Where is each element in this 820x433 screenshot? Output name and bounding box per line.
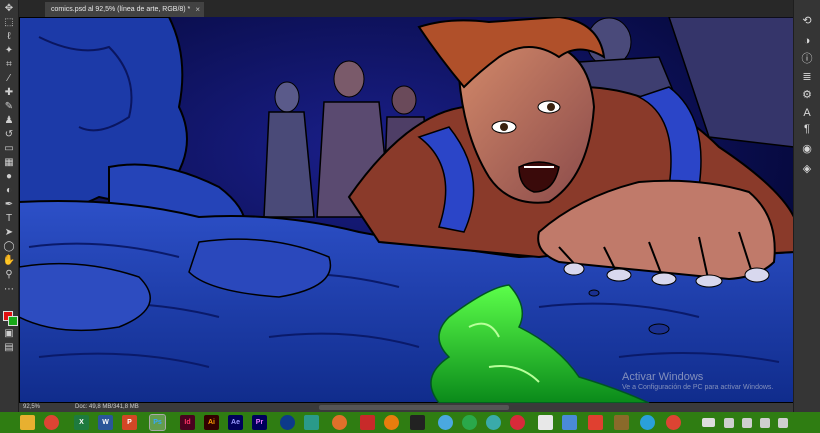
- blender-icon[interactable]: [384, 415, 399, 430]
- app-orange-icon[interactable]: [332, 415, 347, 430]
- zoom-level[interactable]: 92,5%: [23, 403, 40, 412]
- paragraph-icon[interactable]: ≣: [800, 70, 814, 84]
- tray-icon-4[interactable]: [778, 418, 788, 428]
- clone-stamp-icon[interactable]: ♟: [2, 115, 16, 127]
- right-panels-dock: ⟲ ◑ ⓘ ≣ ⚙ A ¶ ◉ ◈: [793, 0, 820, 412]
- blur-icon[interactable]: ●: [2, 171, 16, 183]
- history-icon[interactable]: ⟲: [800, 14, 814, 28]
- app-blue-icon[interactable]: [510, 415, 525, 430]
- tools-panel: ✥ ⬚ ℓ ✦ ⌗ ⁄ ✚ ✎ ♟ ↺ ▭ ▦ ● ◐ ✒ T ➤ ◯ ✋ ⚲ …: [0, 0, 19, 412]
- watermark-title: Activar Windows: [622, 371, 704, 383]
- close-icon[interactable]: ×: [195, 2, 200, 17]
- gradient-icon[interactable]: ▦: [2, 157, 16, 169]
- excel-icon[interactable]: X: [74, 415, 89, 430]
- canvas[interactable]: [19, 17, 794, 403]
- comic-artwork: [19, 17, 794, 403]
- marquee-icon[interactable]: ⬚: [2, 17, 16, 29]
- keyboard-icon[interactable]: [702, 418, 715, 427]
- app-square-icon[interactable]: [538, 415, 553, 430]
- magic-wand-icon[interactable]: ✦: [2, 45, 16, 57]
- app-extra-icon[interactable]: [588, 415, 603, 430]
- telegram-icon[interactable]: [640, 415, 655, 430]
- app-cross-icon[interactable]: [562, 415, 577, 430]
- tray-icon-2[interactable]: [742, 418, 752, 428]
- windows-taskbar: X W P Ps Id Ai Ae Pr: [0, 412, 820, 433]
- type-icon[interactable]: T: [2, 213, 16, 225]
- quick-mask-icon[interactable]: ▣: [2, 328, 16, 340]
- document-size-info[interactable]: Doc: 49,8 MB/341,8 MB: [75, 403, 139, 412]
- word-icon[interactable]: W: [98, 415, 113, 430]
- app-red-icon[interactable]: [360, 415, 375, 430]
- properties-icon[interactable]: ⚙: [800, 88, 814, 102]
- windows-activation-watermark: Activar Windows Ve a Configuración de PC…: [622, 371, 773, 391]
- healing-brush-icon[interactable]: ✚: [2, 87, 16, 99]
- document-tab-bar: comics.psd al 92,5% (línea de arte, RGB/…: [19, 0, 794, 17]
- shape-icon[interactable]: ◯: [2, 241, 16, 253]
- path-selection-icon[interactable]: ➤: [2, 227, 16, 239]
- status-bar: 92,5% Doc: 49,8 MB/341,8 MB: [19, 403, 794, 412]
- zbrush-icon[interactable]: [410, 415, 425, 430]
- tray-icon-1[interactable]: [724, 418, 734, 428]
- houdini-icon[interactable]: [304, 415, 319, 430]
- app-green-icon[interactable]: [462, 415, 477, 430]
- app-brown-icon[interactable]: [614, 415, 629, 430]
- character-icon[interactable]: A: [800, 106, 814, 120]
- screen-mode-icon[interactable]: ▤: [2, 342, 16, 354]
- info-icon[interactable]: ⓘ: [800, 52, 814, 66]
- swatches-icon[interactable]: ◉: [800, 142, 814, 156]
- app-round-icon[interactable]: [438, 415, 453, 430]
- brush-icon[interactable]: ✎: [2, 101, 16, 113]
- pen-icon[interactable]: ✒: [2, 199, 16, 211]
- indesign-icon[interactable]: Id: [180, 415, 195, 430]
- chrome-icon-2[interactable]: [666, 415, 681, 430]
- illustrator-icon[interactable]: Ai: [204, 415, 219, 430]
- history-brush-icon[interactable]: ↺: [2, 129, 16, 141]
- more-tools-icon[interactable]: ⋯: [2, 284, 16, 296]
- chrome-icon[interactable]: [44, 415, 59, 430]
- move-icon[interactable]: ✥: [2, 3, 16, 15]
- after-effects-icon[interactable]: Ae: [228, 415, 243, 430]
- pilcrow-icon[interactable]: ¶: [800, 122, 814, 136]
- file-explorer-icon[interactable]: [20, 415, 35, 430]
- zoom-icon[interactable]: ⚲: [2, 269, 16, 281]
- eraser-icon[interactable]: ▭: [2, 143, 16, 155]
- layers-icon[interactable]: ◈: [800, 162, 814, 176]
- hand-icon[interactable]: ✋: [2, 255, 16, 267]
- document-tab[interactable]: comics.psd al 92,5% (línea de arte, RGB/…: [45, 2, 204, 17]
- powerpoint-icon[interactable]: P: [122, 415, 137, 430]
- adjustments-icon[interactable]: ◑: [800, 34, 814, 48]
- watermark-subtitle: Ve a Configuración de PC para activar Wi…: [622, 384, 774, 391]
- app-teal-icon[interactable]: [486, 415, 501, 430]
- lasso-icon[interactable]: ℓ: [2, 31, 16, 43]
- document-tab-title: comics.psd al 92,5% (línea de arte, RGB/…: [51, 6, 191, 13]
- dodge-icon[interactable]: ◐: [2, 185, 16, 197]
- eyedropper-icon[interactable]: ⁄: [2, 73, 16, 85]
- background-color-swatch[interactable]: [8, 316, 18, 326]
- premiere-icon[interactable]: Pr: [252, 415, 267, 430]
- crop-icon[interactable]: ⌗: [2, 59, 16, 71]
- cinema4d-icon[interactable]: [280, 415, 295, 430]
- photoshop-icon[interactable]: Ps: [149, 414, 166, 431]
- horizontal-scrollbar[interactable]: [319, 405, 509, 410]
- tray-icon-3[interactable]: [760, 418, 770, 428]
